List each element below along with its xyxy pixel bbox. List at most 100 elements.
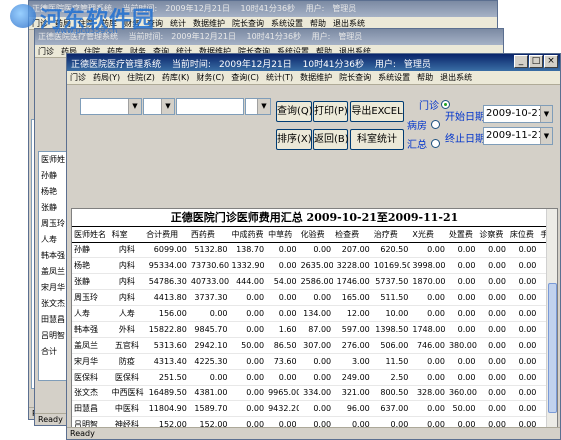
- dept-stats-button[interactable]: 科室统计: [350, 129, 404, 150]
- radio-ward-label[interactable]: 病房: [407, 117, 427, 132]
- table-row[interactable]: 杨艳 内科 95334.00 73730.60 1332.90 0.00 2635.00 32…: [72, 257, 557, 275]
- table-row[interactable]: 人寿 人寿 156.00 0.00 0.00 0.00 134.00 12.00 10.00 0.…: [72, 305, 557, 322]
- table-row[interactable]: 宋月华 防疫 4313.40 4225.30 0.00 73.60 0.00 3.00 11.5…: [72, 353, 557, 370]
- department-select[interactable]: ▼: [80, 98, 142, 115]
- amount-cell: 0.00: [446, 305, 478, 322]
- end-date-picker[interactable]: 2009-11-21 ▼: [483, 127, 553, 145]
- table-row[interactable]: 张静 内科 54786.30 40733.00 444.00 54.00 2586.00 17…: [72, 273, 557, 291]
- category-select[interactable]: [176, 98, 244, 115]
- column-header[interactable]: 西药费: [188, 227, 230, 243]
- doctor-name-cell: 孙静: [72, 242, 110, 259]
- table-header-row: 医师姓名 科室 合计费用 西药费 中成药费 中草药 化验费 检查费 治疗费 X光费 处置费 诊察费 床位…: [72, 227, 557, 243]
- column-header[interactable]: 中草药: [266, 227, 299, 243]
- menu-item-7[interactable]: 数据维护: [193, 19, 225, 28]
- radio-summary-label[interactable]: 汇总: [407, 136, 427, 151]
- amount-cell: 0.00: [229, 353, 267, 370]
- doctor-name-cell: 周玉玲: [72, 289, 110, 307]
- minimize-icon[interactable]: _: [514, 55, 528, 68]
- column-header[interactable]: 检查费: [333, 227, 372, 243]
- amount-cell: 0.00: [507, 305, 539, 322]
- menu-item-8[interactable]: 院长查询: [339, 73, 371, 82]
- menu-item-3[interactable]: 药库: [162, 73, 178, 82]
- table-row[interactable]: 孙静 内科 6099.00 5132.80 138.70 0.00 0.00 207.00 62…: [72, 242, 557, 259]
- menu-item-11[interactable]: 退出系统: [440, 73, 472, 82]
- amount-cell: 134.00: [298, 305, 334, 322]
- menu-mnemonic-2: (Z): [143, 73, 155, 82]
- radio-summary[interactable]: [431, 139, 440, 148]
- menu-item-8[interactable]: 院长查询: [232, 19, 264, 28]
- menu-item-1[interactable]: 药局: [93, 73, 109, 82]
- radio-outpatient-label[interactable]: 门诊: [419, 97, 439, 112]
- menu-item-7[interactable]: 数据维护: [300, 73, 332, 82]
- amount-cell: 0.00: [507, 321, 539, 338]
- column-header[interactable]: 治疗费: [371, 227, 411, 243]
- column-header[interactable]: 化验费: [298, 227, 334, 243]
- department-cell: 人寿: [109, 305, 145, 322]
- column-header[interactable]: 诊察费: [477, 227, 508, 243]
- menu-item-10[interactable]: 帮助: [310, 19, 326, 28]
- menu-item-0[interactable]: 门诊: [38, 47, 54, 56]
- doctor-select[interactable]: ▼: [143, 98, 175, 115]
- amount-cell: 96.00: [333, 400, 372, 418]
- amount-cell: 0.00: [229, 369, 267, 386]
- time-label: 当前时间:: [171, 60, 211, 70]
- amount-cell: 251.50: [144, 369, 189, 386]
- report-grid: 正德医院门诊医师费用汇总 2009-10-21至2009-11-21 医师姓名科…: [71, 208, 558, 429]
- column-header[interactable]: 医师姓名: [72, 227, 110, 243]
- print-button[interactable]: 打印(P): [313, 101, 348, 122]
- amount-cell: 5313.60: [144, 337, 189, 354]
- column-header[interactable]: 中成药费: [229, 227, 267, 243]
- column-header[interactable]: 处置费: [446, 227, 478, 243]
- report-title: 正德医院门诊医师费用汇总 2009-10-21至2009-11-21: [72, 209, 557, 227]
- menu-item-9[interactable]: 系统设置: [271, 19, 303, 28]
- column-header[interactable]: 科室: [109, 227, 145, 243]
- column-header[interactable]: 合计费用: [144, 227, 189, 243]
- menu-item-11[interactable]: 退出系统: [333, 19, 365, 28]
- menu-item-6[interactable]: 统计: [266, 73, 282, 82]
- doctor-name-cell: 田慧昌: [72, 400, 110, 418]
- start-date-value: 2009-10-21: [486, 108, 545, 119]
- main-menubar: 门诊 药局(Y) 住院(Z) 药库(K) 财务(C) 查询(C) 统计(T) 数据维护 院长查询…: [67, 71, 560, 85]
- back-button[interactable]: 返回(B): [313, 129, 349, 150]
- item-select[interactable]: ▼: [245, 98, 271, 115]
- menu-item-10[interactable]: 帮助: [417, 73, 433, 82]
- amount-cell: 0.00: [477, 257, 508, 275]
- amount-cell: 0.00: [477, 273, 508, 291]
- department-cell: 医保科: [109, 369, 145, 386]
- start-date-picker[interactable]: 2009-10-21 ▼: [483, 105, 553, 123]
- table-row[interactable]: 盖凤兰 五官科 5313.60 2942.10 50.00 86.50 307.00 276.…: [72, 337, 557, 354]
- amount-cell: 9845.70: [188, 321, 230, 338]
- department-cell: 内科: [109, 289, 145, 307]
- menu-item-4[interactable]: 财务: [196, 73, 212, 82]
- menu-item-2[interactable]: 住院: [127, 73, 143, 82]
- table-row[interactable]: 田慧昌 中医科 11804.90 1589.70 0.00 9432.20 0.00 96.0…: [72, 400, 557, 418]
- amount-cell: 3737.30: [188, 289, 230, 307]
- menu-item-5[interactable]: 查询: [231, 73, 247, 82]
- column-header[interactable]: X光费: [410, 227, 447, 243]
- column-header[interactable]: 床位费: [507, 227, 539, 243]
- close-icon[interactable]: ×: [544, 55, 558, 68]
- sort-button[interactable]: 排序(X): [276, 129, 312, 150]
- amount-cell: 73.60: [266, 353, 299, 370]
- doctor-name-cell: 人寿: [72, 305, 110, 322]
- vertical-scrollbar[interactable]: [546, 209, 557, 428]
- table-row[interactable]: 周玉玲 内科 4413.80 3737.30 0.00 0.00 0.00 165.00 511…: [72, 289, 557, 307]
- table-row[interactable]: 张文杰 中西医科 16489.50 4381.00 0.00 9965.00 334.00 3…: [72, 385, 557, 402]
- export-excel-button[interactable]: 导出EXCEL: [350, 101, 404, 122]
- query-button[interactable]: 查询(Q): [276, 101, 313, 122]
- menu-item-6[interactable]: 统计: [170, 19, 186, 28]
- menu-item-9[interactable]: 系统设置: [378, 73, 410, 82]
- scrollbar-thumb[interactable]: [548, 283, 557, 413]
- amount-cell: 0.00: [410, 289, 447, 307]
- radio-ward[interactable]: [431, 120, 440, 129]
- amount-cell: 380.00: [446, 337, 478, 354]
- menu-item-0[interactable]: 门诊: [70, 73, 86, 82]
- amount-cell: 15822.80: [144, 321, 189, 338]
- amount-cell: 3.00: [333, 353, 372, 370]
- table-row[interactable]: 韩本强 外科 15822.80 9845.70 0.00 1.60 87.00 597.00 1…: [72, 321, 557, 338]
- table-row[interactable]: 医保科 医保科 251.50 0.00 0.00 0.00 0.00 249.00 2.50 0.…: [72, 369, 557, 386]
- main-titlebar[interactable]: 正德医院医疗管理系统 当前时间: 2009年12月21日 10时41分36秒 用户…: [67, 54, 560, 71]
- maximize-icon[interactable]: □: [529, 55, 543, 68]
- amount-cell: 800.50: [371, 385, 411, 402]
- amount-cell: 50.00: [446, 400, 478, 418]
